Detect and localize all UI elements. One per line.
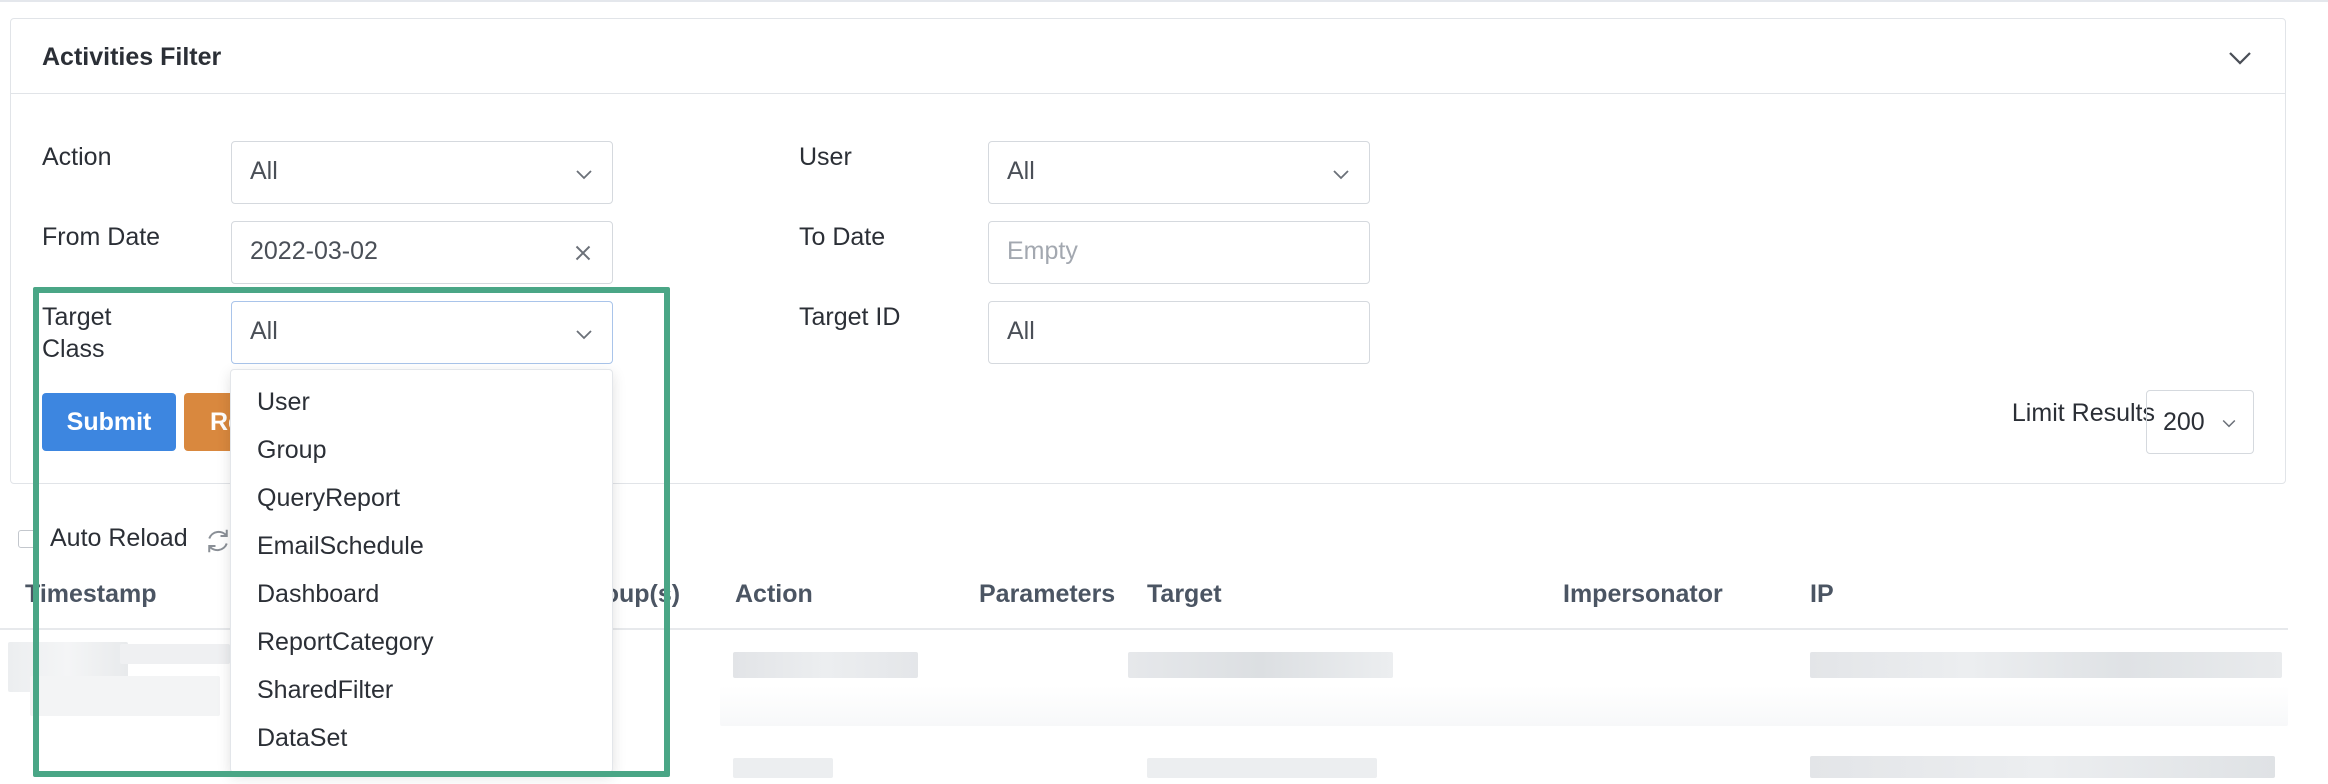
submit-button[interactable]: Submit [42,393,176,451]
redacted-cell [30,676,220,716]
dropdown-option-emailschedule[interactable]: EmailSchedule [257,532,424,561]
user-select[interactable]: All [988,141,1370,204]
from-date-label: From Date [42,223,161,251]
limit-results-select[interactable]: 200 [2146,390,2254,454]
close-icon[interactable] [570,240,596,266]
chevron-down-icon [576,170,592,180]
action-label: Action [42,143,112,171]
dropdown-option-dashboard[interactable]: Dashboard [257,580,379,609]
target-id-input[interactable]: All [988,301,1370,364]
top-divider [0,0,2328,2]
redacted-cell [733,652,918,678]
redacted-cell [1810,652,2282,678]
target-class-select[interactable]: All [231,301,613,364]
target-class-dropdown-menu: User Group QueryReport EmailSchedule Das… [230,369,613,773]
filter-panel-title: Activities Filter [42,43,222,71]
column-header-parameters[interactable]: Parameters [979,580,1115,609]
dropdown-option-reportcategory[interactable]: ReportCategory [257,628,433,657]
auto-reload-label: Auto Reload [50,524,188,552]
from-date-input[interactable]: 2022-03-02 [231,221,613,284]
column-header-ip[interactable]: IP [1810,580,1834,609]
dropdown-option-group[interactable]: Group [257,436,326,465]
column-header-action[interactable]: Action [735,580,813,609]
column-header-timestamp[interactable]: Timestamp [25,580,157,609]
dropdown-option-dataset[interactable]: DataSet [257,724,347,753]
chevron-down-icon [576,330,592,340]
redacted-cell [1128,652,1393,678]
redacted-cell [1147,758,1377,778]
to-date-input[interactable]: Empty [988,221,1370,284]
limit-results-label: Limit Results [2011,399,2155,427]
column-header-impersonator[interactable]: Impersonator [1563,580,1723,609]
auto-reload-checkbox[interactable] [18,529,36,548]
target-id-value: All [1007,317,1035,345]
chevron-down-icon [2222,419,2236,428]
user-label: User [799,143,852,171]
target-class-label-line1: Target [42,303,112,331]
user-select-value: All [1007,157,1035,185]
to-date-placeholder: Empty [1007,237,1078,265]
redacted-cell [733,758,833,778]
redacted-cell [720,686,2288,726]
redacted-cell [1810,756,2275,778]
target-id-label: Target ID [799,303,901,331]
limit-results-value: 200 [2163,408,2205,436]
chevron-down-icon[interactable] [2225,43,2255,73]
to-date-label: To Date [799,223,886,251]
dropdown-option-queryreport[interactable]: QueryReport [257,484,400,513]
refresh-icon[interactable] [203,526,233,556]
target-class-select-value: All [250,317,278,345]
filter-panel-header[interactable]: Activities Filter [11,19,2285,94]
target-class-label-line2: Class [42,335,105,363]
from-date-value: 2022-03-02 [250,237,378,265]
redacted-cell [120,644,230,664]
dropdown-option-user[interactable]: User [257,388,310,417]
chevron-down-icon [1333,170,1349,180]
action-select[interactable]: All [231,141,613,204]
column-header-target[interactable]: Target [1147,580,1222,609]
action-select-value: All [250,157,278,185]
dropdown-option-sharedfilter[interactable]: SharedFilter [257,676,393,705]
auto-reload-toggle[interactable]: Auto Reload [18,524,188,553]
